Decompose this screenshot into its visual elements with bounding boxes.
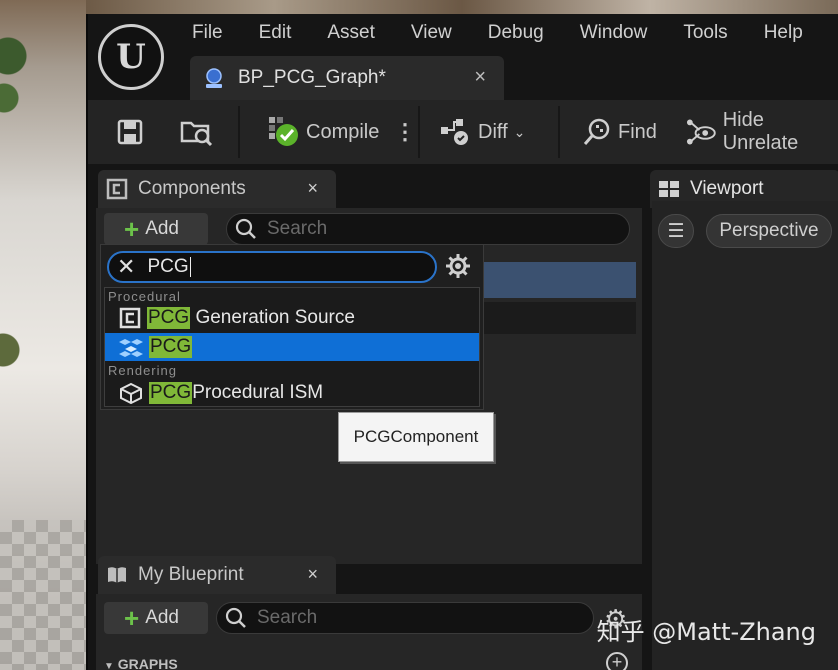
menu-asset[interactable]: Asset xyxy=(327,22,393,44)
my-blueprint-search-input[interactable]: Search xyxy=(216,602,594,634)
document-tab-close-icon[interactable]: × xyxy=(474,66,486,89)
list-item-pcg[interactable]: PCG xyxy=(105,333,479,361)
diff-label: Diff xyxy=(478,120,508,143)
find-icon xyxy=(583,118,610,145)
dropdown-search-input[interactable]: ✕ PCG xyxy=(107,251,437,283)
category-procedural: Procedural xyxy=(108,289,181,304)
menu-window[interactable]: Window xyxy=(580,22,666,44)
compile-options-button[interactable]: ⋮ xyxy=(394,100,416,164)
find-label: Find xyxy=(618,120,657,143)
document-tab-title: BP_PCG_Graph* xyxy=(238,67,386,88)
checker-floor xyxy=(0,520,86,670)
components-icon xyxy=(106,178,128,200)
unreal-logo-icon[interactable]: U xyxy=(98,24,164,90)
match-highlight: PCG xyxy=(149,382,193,404)
menu-tools[interactable]: Tools xyxy=(683,22,745,44)
find-button[interactable]: Find xyxy=(582,100,657,164)
item-label-rest: Generation Source xyxy=(190,307,355,328)
component-row[interactable] xyxy=(478,302,636,334)
viewport-panel xyxy=(652,201,838,670)
document-tab[interactable]: BP_PCG_Graph* × xyxy=(190,56,504,100)
menu-view[interactable]: View xyxy=(411,22,470,44)
graphs-section-label: GRAPHS xyxy=(117,656,178,670)
compile-button[interactable]: Compile xyxy=(268,100,379,164)
hide-unrelated-icon xyxy=(686,119,716,145)
match-highlight: PCG xyxy=(147,307,191,329)
perspective-button[interactable]: Perspective xyxy=(706,214,832,248)
my-blueprint-search-placeholder: Search xyxy=(257,607,318,628)
save-icon xyxy=(117,119,143,145)
browse-button[interactable] xyxy=(180,100,220,164)
viewport-scene-background xyxy=(0,0,86,670)
search-icon xyxy=(235,218,256,239)
dropdown-results-list: Procedural PCG Generation Source PCG Ren… xyxy=(104,287,480,407)
dropdown-search-value: PCG xyxy=(147,256,189,277)
add-component-dropdown: ✕ PCG Procedural PCG Generation Source P… xyxy=(100,244,484,410)
book-icon xyxy=(108,567,126,583)
hamburger-icon: ☰ xyxy=(667,220,685,242)
components-tab-label: Components xyxy=(138,178,246,199)
toolbar: Compile ⋮ Diff ⌄ Find Hide Unrelate xyxy=(88,100,838,164)
add-member-label: Add xyxy=(145,607,179,628)
components-close-icon[interactable]: × xyxy=(307,178,318,199)
compile-label: Compile xyxy=(306,120,380,143)
hide-unrelated-label: Hide Unrelate xyxy=(722,109,799,154)
tab-components[interactable]: Components × xyxy=(98,170,336,208)
plus-icon: + xyxy=(124,214,140,244)
list-item-pcg-procedural-ism[interactable]: PCG Procedural ISM xyxy=(105,379,479,407)
menu-debug[interactable]: Debug xyxy=(488,22,562,44)
chevron-down-icon: ⌄ xyxy=(513,123,526,140)
item-label-rest: Procedural ISM xyxy=(192,382,324,403)
pcg-graph-icon xyxy=(119,339,143,357)
my-blueprint-close-icon[interactable]: × xyxy=(307,564,318,585)
diff-button[interactable]: Diff ⌄ xyxy=(440,100,525,164)
category-rendering: Rendering xyxy=(108,363,177,378)
scene-strip xyxy=(86,0,838,14)
c-class-icon xyxy=(119,307,141,329)
settings-gear-icon[interactable] xyxy=(445,253,471,279)
blueprint-asset-icon xyxy=(206,68,222,88)
folder-search-icon xyxy=(180,121,213,147)
match-highlight: PCG xyxy=(149,336,193,358)
collapse-triangle-icon: ▼ xyxy=(104,661,114,670)
component-row-selected[interactable] xyxy=(478,262,636,298)
viewport-tab-label: Viewport xyxy=(690,178,764,199)
viewport-menu-button[interactable]: ☰ xyxy=(658,214,694,248)
menu-bar: File Edit Asset View Debug Window Tools … xyxy=(192,22,838,44)
toolbar-divider xyxy=(418,106,420,158)
tree-foliage xyxy=(0,290,30,410)
toolbar-divider xyxy=(238,106,240,158)
tab-my-blueprint[interactable]: My Blueprint × xyxy=(98,556,336,594)
save-button[interactable] xyxy=(116,100,150,164)
toolbar-divider xyxy=(558,106,560,158)
search-icon xyxy=(225,607,246,628)
diff-icon xyxy=(441,119,468,145)
components-search-input[interactable]: Search xyxy=(226,213,630,245)
plus-icon: + xyxy=(124,603,140,633)
watermark-text: 知乎 @Matt-Zhang xyxy=(596,618,816,646)
menu-edit[interactable]: Edit xyxy=(259,22,310,44)
tooltip: PCGComponent xyxy=(338,412,494,462)
compile-ok-icon xyxy=(269,117,298,146)
list-item-pcg-generation-source[interactable]: PCG Generation Source xyxy=(105,304,479,332)
my-blueprint-tab-label: My Blueprint xyxy=(138,564,244,585)
add-component-button[interactable]: + Add xyxy=(104,213,208,245)
viewport-icon xyxy=(659,181,679,197)
add-component-label: Add xyxy=(145,218,179,239)
components-search-placeholder: Search xyxy=(267,218,328,239)
add-blueprint-member-button[interactable]: + Add xyxy=(104,602,208,634)
cube-mesh-icon xyxy=(120,382,142,404)
graphs-section-header[interactable]: ▼ GRAPHS xyxy=(104,656,178,670)
menu-file[interactable]: File xyxy=(192,22,241,44)
menu-help[interactable]: Help xyxy=(764,22,821,44)
perspective-label: Perspective xyxy=(719,220,819,241)
text-caret xyxy=(189,257,191,277)
add-graph-plus-icon[interactable]: + xyxy=(606,652,628,670)
hide-unrelated-button[interactable]: Hide Unrelate xyxy=(686,100,838,164)
clear-search-icon[interactable]: ✕ xyxy=(117,254,135,280)
tree-foliage xyxy=(0,0,40,140)
